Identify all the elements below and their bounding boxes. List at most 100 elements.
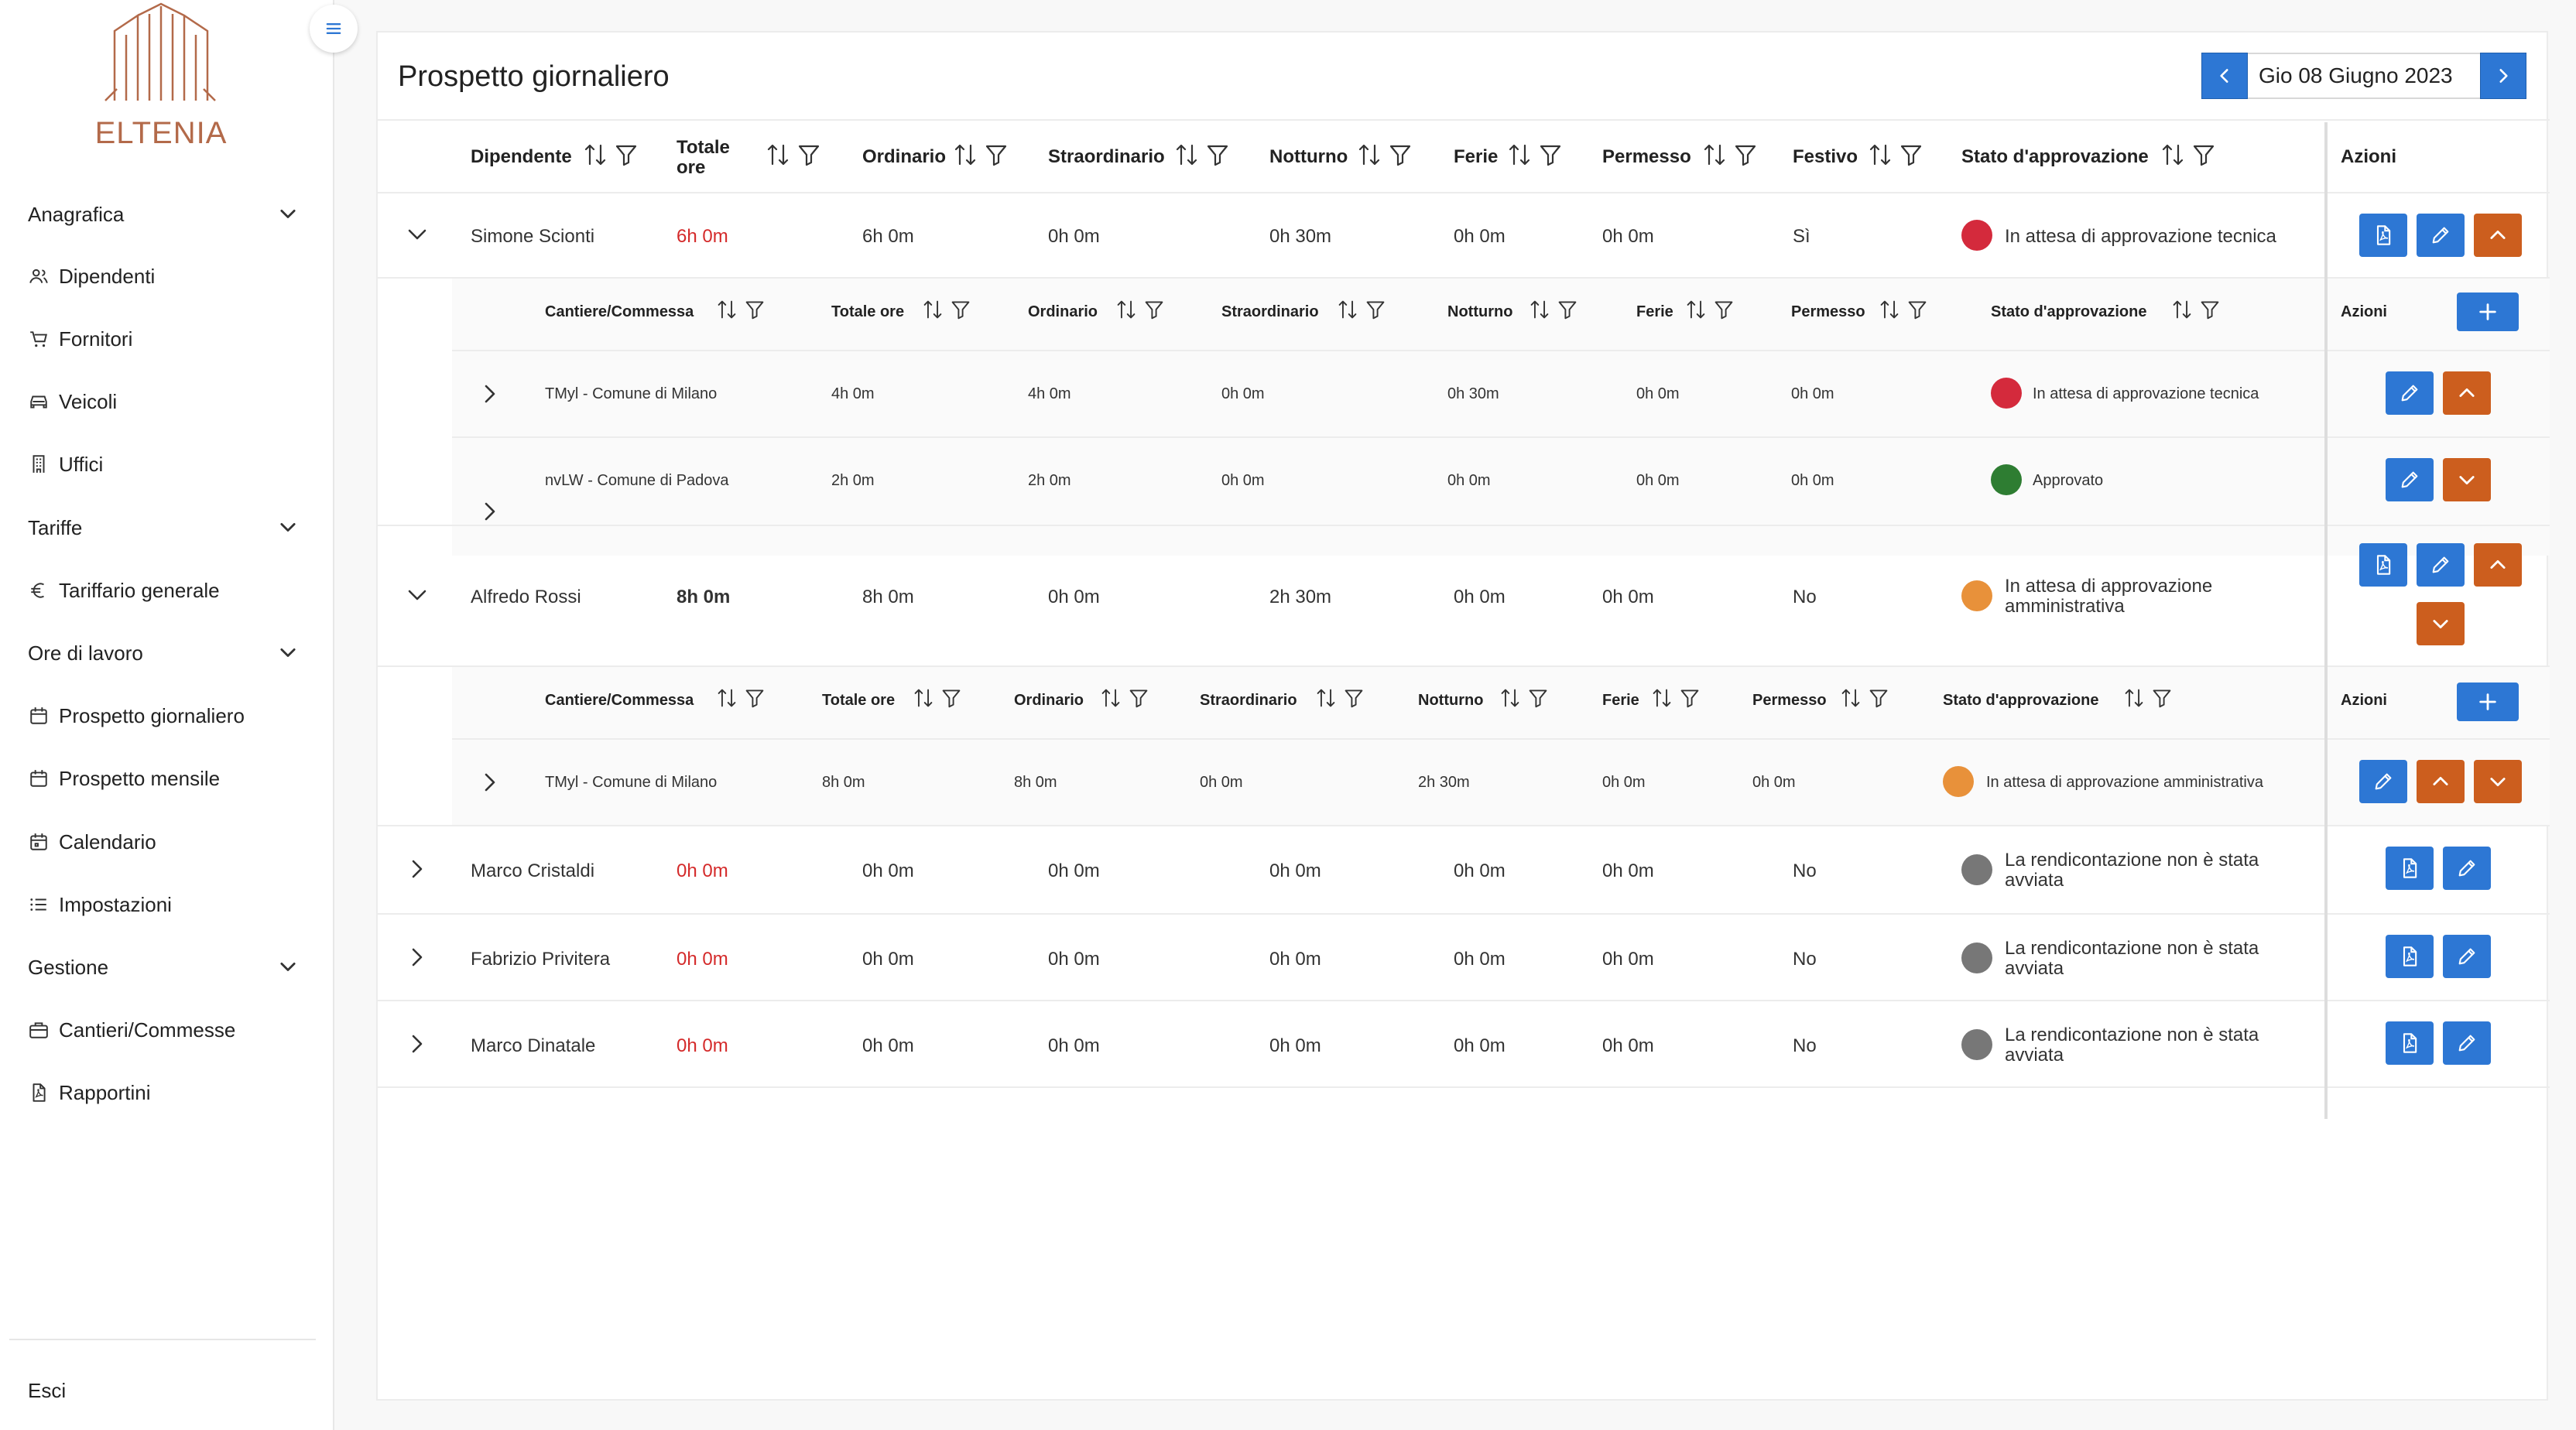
- sidebar-item-prospetto-mensile[interactable]: Prospetto mensile: [28, 759, 220, 798]
- edit-button[interactable]: [2386, 458, 2434, 501]
- edit-button[interactable]: [2359, 760, 2407, 803]
- edit-button[interactable]: [2443, 935, 2491, 978]
- approve-up-button[interactable]: [2474, 214, 2522, 257]
- approve-down-button[interactable]: [2474, 760, 2522, 803]
- sidebar-item-dipendenti[interactable]: Dipendenti: [28, 257, 155, 296]
- collapse-row-chevron-down-icon[interactable]: [404, 221, 430, 248]
- approve-up-button[interactable]: [2474, 543, 2522, 587]
- sort-icon[interactable]: [1841, 687, 1861, 709]
- sort-icon[interactable]: [2172, 299, 2192, 320]
- sort-icon[interactable]: [1652, 687, 1672, 709]
- sub-header-totale[interactable]: Totale ore: [831, 303, 904, 321]
- col-header-festivo[interactable]: Festivo: [1793, 146, 1858, 168]
- filter-icon[interactable]: [1680, 687, 1700, 709]
- sort-icon[interactable]: [2124, 687, 2144, 709]
- filter-icon[interactable]: [2192, 142, 2215, 167]
- filter-icon[interactable]: [941, 687, 961, 709]
- sidebar-item-prospetto-giornaliero[interactable]: Prospetto giornaliero: [28, 696, 245, 735]
- sort-icon[interactable]: [1500, 687, 1520, 709]
- pdf-button[interactable]: [2359, 214, 2407, 257]
- sidebar-toggle-button[interactable]: [310, 5, 358, 53]
- approve-down-button[interactable]: [2417, 602, 2465, 645]
- sub-header-stato[interactable]: Stato d'approvazione: [1991, 303, 2146, 321]
- sub-header-ferie[interactable]: Ferie: [1602, 692, 1639, 710]
- sidebar-item-uffici[interactable]: Uffici: [28, 445, 103, 484]
- nav-group-anagrafica[interactable]: Anagrafica: [28, 195, 299, 234]
- filter-icon[interactable]: [1365, 299, 1386, 320]
- sort-icon[interactable]: [1338, 299, 1358, 320]
- filter-icon[interactable]: [1528, 687, 1548, 709]
- sort-icon[interactable]: [1869, 142, 1892, 167]
- sort-icon[interactable]: [584, 142, 607, 167]
- sort-icon[interactable]: [1358, 142, 1381, 167]
- sub-header-notturno[interactable]: Notturno: [1447, 303, 1512, 321]
- sort-icon[interactable]: [717, 299, 737, 320]
- expand-row-chevron-right-icon[interactable]: [404, 1031, 430, 1057]
- edit-button[interactable]: [2443, 847, 2491, 890]
- sort-icon[interactable]: [1879, 299, 1899, 320]
- expand-row-chevron-right-icon[interactable]: [477, 381, 503, 407]
- sub-header-ordinario[interactable]: Ordinario: [1028, 303, 1098, 321]
- sub-header-straordinario[interactable]: Straordinario: [1200, 692, 1297, 710]
- add-cantiere-button[interactable]: [2457, 682, 2519, 721]
- edit-button[interactable]: [2443, 1021, 2491, 1065]
- col-header-dipendente[interactable]: Dipendente: [471, 146, 572, 168]
- sort-icon[interactable]: [1703, 142, 1726, 167]
- sort-icon[interactable]: [923, 299, 943, 320]
- sub-header-permesso[interactable]: Permesso: [1791, 303, 1865, 321]
- filter-icon[interactable]: [985, 142, 1008, 167]
- date-field[interactable]: Gio 08 Giugno 2023: [2248, 53, 2480, 99]
- collapse-row-chevron-down-icon[interactable]: [404, 582, 430, 608]
- filter-icon[interactable]: [1539, 142, 1562, 167]
- pdf-button[interactable]: [2359, 543, 2407, 587]
- add-cantiere-button[interactable]: [2457, 292, 2519, 331]
- edit-button[interactable]: [2386, 371, 2434, 415]
- sub-header-permesso[interactable]: Permesso: [1752, 692, 1827, 710]
- sort-icon[interactable]: [1316, 687, 1336, 709]
- pdf-button[interactable]: [2386, 1021, 2434, 1065]
- sidebar-item-rapportini[interactable]: Rapportini: [28, 1073, 151, 1112]
- col-header-notturno[interactable]: Notturno: [1269, 146, 1348, 168]
- col-header-stato[interactable]: Stato d'approvazione: [1961, 146, 2149, 168]
- expand-row-chevron-right-icon[interactable]: [404, 944, 430, 970]
- sub-header-stato[interactable]: Stato d'approvazione: [1943, 692, 2098, 710]
- filter-icon[interactable]: [1206, 142, 1229, 167]
- filter-icon[interactable]: [1869, 687, 1889, 709]
- filter-icon[interactable]: [1557, 299, 1577, 320]
- filter-icon[interactable]: [1389, 142, 1412, 167]
- filter-icon[interactable]: [951, 299, 971, 320]
- filter-icon[interactable]: [1899, 142, 1923, 167]
- col-header-totale[interactable]: Totale: [677, 137, 730, 159]
- edit-button[interactable]: [2417, 543, 2465, 587]
- sort-icon[interactable]: [2161, 142, 2184, 167]
- filter-icon[interactable]: [615, 142, 638, 167]
- col-header-ordinario[interactable]: Ordinario: [862, 146, 946, 168]
- next-day-button[interactable]: [2480, 53, 2526, 99]
- sort-icon[interactable]: [1686, 299, 1706, 320]
- sub-header-ferie[interactable]: Ferie: [1636, 303, 1673, 321]
- sub-header-cantiere[interactable]: Cantiere/Commessa: [545, 692, 694, 710]
- sort-icon[interactable]: [913, 687, 933, 709]
- sort-icon[interactable]: [717, 687, 737, 709]
- nav-group-ore-di-lavoro[interactable]: Ore di lavoro: [28, 634, 299, 672]
- logout-link[interactable]: Esci: [28, 1371, 66, 1410]
- expand-row-chevron-right-icon[interactable]: [404, 856, 430, 882]
- sub-header-notturno[interactable]: Notturno: [1418, 692, 1483, 710]
- sort-icon[interactable]: [1530, 299, 1550, 320]
- col-header-permesso[interactable]: Permesso: [1602, 146, 1691, 168]
- sidebar-item-impostazioni[interactable]: Impostazioni: [28, 885, 172, 924]
- filter-icon[interactable]: [1129, 687, 1149, 709]
- nav-group-gestione[interactable]: Gestione: [28, 948, 299, 987]
- expand-row-chevron-right-icon[interactable]: [477, 498, 503, 525]
- filter-icon[interactable]: [2200, 299, 2220, 320]
- sort-icon[interactable]: [1175, 142, 1198, 167]
- expand-row-chevron-right-icon[interactable]: [477, 769, 503, 795]
- filter-icon[interactable]: [1907, 299, 1927, 320]
- sidebar-item-veicoli[interactable]: Veicoli: [28, 382, 117, 421]
- sidebar-item-tariffario[interactable]: Tariffario generale: [28, 571, 220, 610]
- approve-up-button[interactable]: [2417, 760, 2465, 803]
- edit-button[interactable]: [2417, 214, 2465, 257]
- sub-header-totale[interactable]: Totale ore: [822, 692, 895, 710]
- col-header-straordinario[interactable]: Straordinario: [1048, 146, 1165, 168]
- filter-icon[interactable]: [1714, 299, 1734, 320]
